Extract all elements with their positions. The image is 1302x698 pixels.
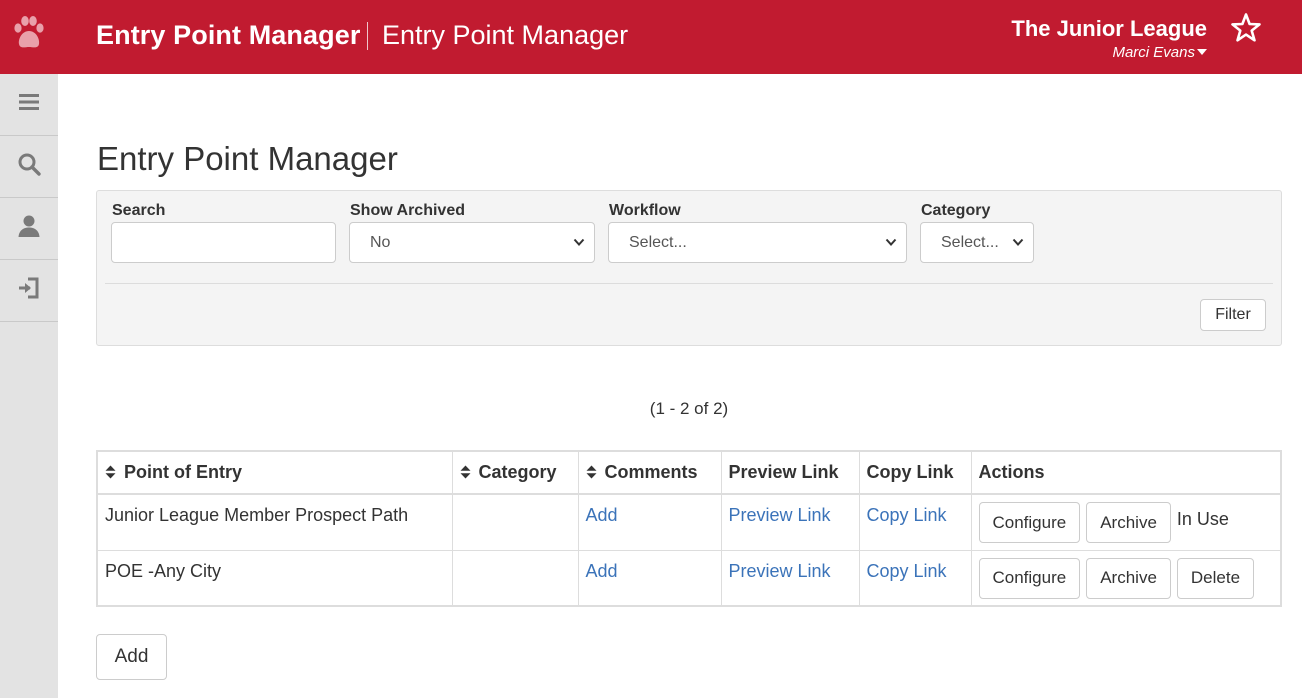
delete-button[interactable]: Delete [1176, 557, 1255, 599]
workflow-label: Workflow [609, 202, 681, 219]
preview-link[interactable]: Preview Link [729, 505, 831, 525]
pagination-summary: (1 - 2 of 2) [649, 399, 729, 418]
column-header-label: Point of Entry [124, 462, 242, 482]
filter-button[interactable]: Filter [1200, 299, 1266, 331]
sidebar-item-sign-in[interactable] [0, 260, 58, 322]
sort-icon[interactable] [460, 465, 471, 479]
copy-link[interactable]: Copy Link [867, 561, 947, 581]
column-header-label: Preview Link [728, 462, 839, 482]
archive-button[interactable]: Archive [1086, 502, 1171, 543]
category-value: Select... [941, 233, 999, 251]
sidebar-item-search[interactable] [0, 136, 58, 198]
cell-category [451, 493, 579, 551]
column-header-comments[interactable]: Comments [577, 450, 722, 495]
table-row: Junior League Member Prospect Path Add P… [96, 493, 1282, 551]
search-label: Search [112, 202, 166, 219]
title-divider [367, 22, 368, 50]
cell-category [451, 549, 579, 607]
column-header-point-of-entry[interactable]: Point of Entry [96, 450, 453, 495]
sign-in-icon[interactable] [16, 275, 42, 306]
configure-button[interactable]: Configure [978, 557, 1081, 599]
chevron-down-icon [573, 238, 585, 246]
sort-icon[interactable] [105, 465, 116, 479]
cell-actions: Configure Archive Delete [970, 549, 1282, 607]
filter-panel: Search Show Archived No Workflow Select.… [96, 190, 1282, 346]
user-icon[interactable] [16, 213, 42, 244]
sidebar-item-profile[interactable] [0, 198, 58, 260]
cell-comments: Add [577, 549, 722, 607]
entry-points-table: Point of Entry Category Comments Preview… [96, 450, 1282, 607]
add-comment-link[interactable]: Add [586, 505, 618, 525]
chevron-down-icon [885, 238, 897, 246]
table-header-row: Point of Entry Category Comments Preview… [96, 450, 1282, 495]
add-comment-link[interactable]: Add [586, 561, 618, 581]
cell-point-of-entry: Junior League Member Prospect Path [96, 493, 453, 551]
organization-name: The Junior League [1011, 16, 1207, 41]
chevron-down-icon [1012, 238, 1024, 246]
cell-preview-link: Preview Link [720, 549, 860, 607]
search-icon[interactable] [16, 151, 42, 182]
show-archived-value: No [370, 233, 391, 251]
search-input[interactable] [111, 222, 336, 263]
paw-icon[interactable] [12, 14, 46, 56]
add-entry-point-button[interactable]: Add [96, 634, 167, 680]
table-row: POE -Any City Add Preview Link Copy Link… [96, 549, 1282, 607]
column-header-label: Category [478, 462, 557, 482]
cell-comments: Add [577, 493, 722, 551]
cell-copy-link: Copy Link [858, 549, 972, 607]
configure-button[interactable]: Configure [978, 502, 1081, 543]
column-header-preview-link: Preview Link [720, 450, 860, 495]
cell-copy-link: Copy Link [858, 493, 972, 551]
column-header-category[interactable]: Category [451, 450, 579, 495]
sort-icon[interactable] [586, 465, 597, 479]
menu-icon[interactable] [16, 89, 42, 120]
user-menu[interactable]: Marci Evans [1112, 44, 1207, 61]
page-subtitle: Entry Point Manager [382, 20, 629, 50]
in-use-status: In Use [1176, 509, 1229, 529]
copy-link[interactable]: Copy Link [867, 505, 947, 525]
workflow-select[interactable]: Select... [608, 222, 907, 263]
star-icon[interactable] [1230, 12, 1262, 44]
column-header-copy-link: Copy Link [858, 450, 972, 495]
sidebar [0, 74, 58, 698]
filter-divider [105, 283, 1273, 284]
caret-down-icon[interactable] [1197, 49, 1207, 55]
cell-preview-link: Preview Link [720, 493, 860, 551]
show-archived-label: Show Archived [350, 202, 465, 219]
column-header-label: Actions [978, 462, 1045, 482]
cell-point-of-entry: POE -Any City [96, 549, 453, 607]
workflow-value: Select... [629, 233, 687, 251]
top-bar: Entry Point Manager Entry Point Manager … [0, 0, 1302, 74]
page-title: Entry Point Manager [97, 140, 398, 177]
category-select[interactable]: Select... [920, 222, 1034, 263]
app-title[interactable]: Entry Point Manager [96, 20, 360, 51]
column-header-label: Comments [604, 462, 698, 482]
archive-button[interactable]: Archive [1086, 557, 1171, 599]
user-name[interactable]: Marci Evans [1112, 44, 1195, 61]
sidebar-item-menu[interactable] [0, 74, 58, 136]
preview-link[interactable]: Preview Link [729, 561, 831, 581]
column-header-actions: Actions [970, 450, 1282, 495]
cell-actions: Configure Archive In Use [970, 493, 1282, 551]
column-header-label: Copy Link [866, 462, 954, 482]
category-label: Category [921, 202, 991, 219]
show-archived-select[interactable]: No [349, 222, 595, 263]
